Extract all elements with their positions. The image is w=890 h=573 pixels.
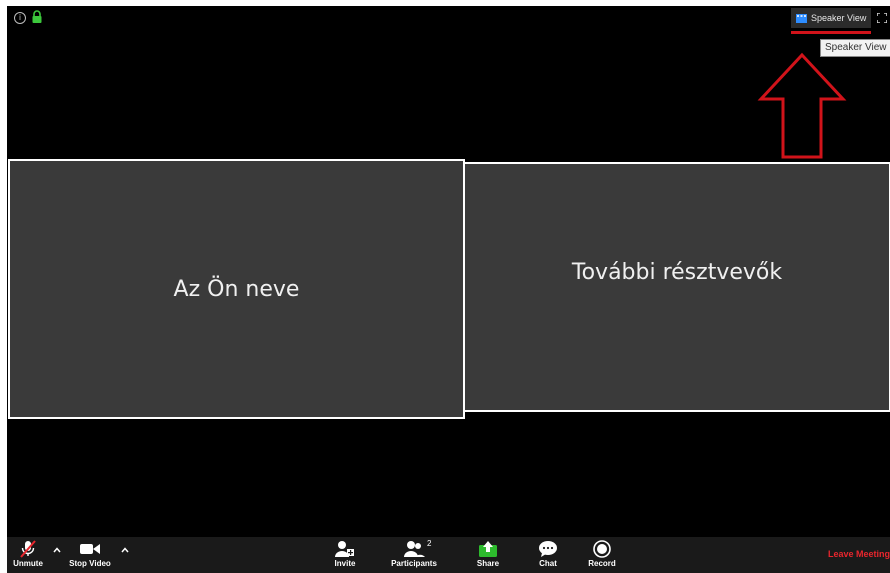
annotation-underline — [791, 31, 871, 34]
stop-video-button[interactable]: Stop Video — [65, 537, 115, 573]
record-label: Record — [588, 559, 616, 568]
stop-video-label: Stop Video — [69, 559, 111, 568]
chat-label: Chat — [539, 559, 557, 568]
unmute-label: Unmute — [13, 559, 43, 568]
record-icon — [593, 540, 611, 558]
video-tile-others[interactable]: További résztvevők — [463, 162, 890, 412]
lock-icon[interactable] — [31, 10, 43, 24]
chat-icon — [539, 541, 557, 557]
info-icon[interactable]: i — [14, 12, 26, 24]
unmute-button[interactable]: Unmute — [11, 537, 45, 573]
annotation-arrow — [757, 52, 847, 159]
share-screen-icon — [479, 541, 497, 557]
video-camera-icon — [80, 544, 100, 554]
video-tile-self[interactable]: Az Ön neve — [8, 159, 465, 419]
participants-icon — [404, 541, 425, 557]
chat-button[interactable]: Chat — [533, 537, 563, 573]
audio-options-chevron-up-icon[interactable] — [52, 545, 62, 555]
meeting-toolbar: Unmute Stop Video Invite Participants 2 … — [7, 537, 890, 573]
video-options-chevron-up-icon[interactable] — [120, 545, 130, 555]
fullscreen-icon[interactable] — [877, 13, 887, 23]
record-button[interactable]: Record — [587, 537, 617, 573]
invite-icon — [335, 541, 354, 557]
leave-meeting-button[interactable]: Leave Meeting — [828, 549, 890, 559]
speaker-view-label: Speaker View — [811, 13, 867, 23]
participants-count-badge: 2 — [427, 539, 432, 548]
participant-name-others: További résztvevők — [571, 260, 783, 285]
share-label: Share — [476, 559, 500, 568]
invite-label: Invite — [334, 559, 356, 568]
participant-name-self: Az Ön neve — [173, 276, 300, 302]
participants-label: Participants — [391, 559, 437, 568]
participants-button[interactable]: Participants — [387, 537, 441, 573]
speaker-view-icon — [796, 13, 807, 23]
mic-muted-icon — [20, 540, 36, 558]
share-screen-button[interactable]: Share — [473, 537, 503, 573]
meeting-window: i Speaker View Speaker View Az Ön neve T… — [7, 6, 890, 573]
speaker-view-button[interactable]: Speaker View — [791, 8, 871, 28]
invite-button[interactable]: Invite — [330, 537, 360, 573]
